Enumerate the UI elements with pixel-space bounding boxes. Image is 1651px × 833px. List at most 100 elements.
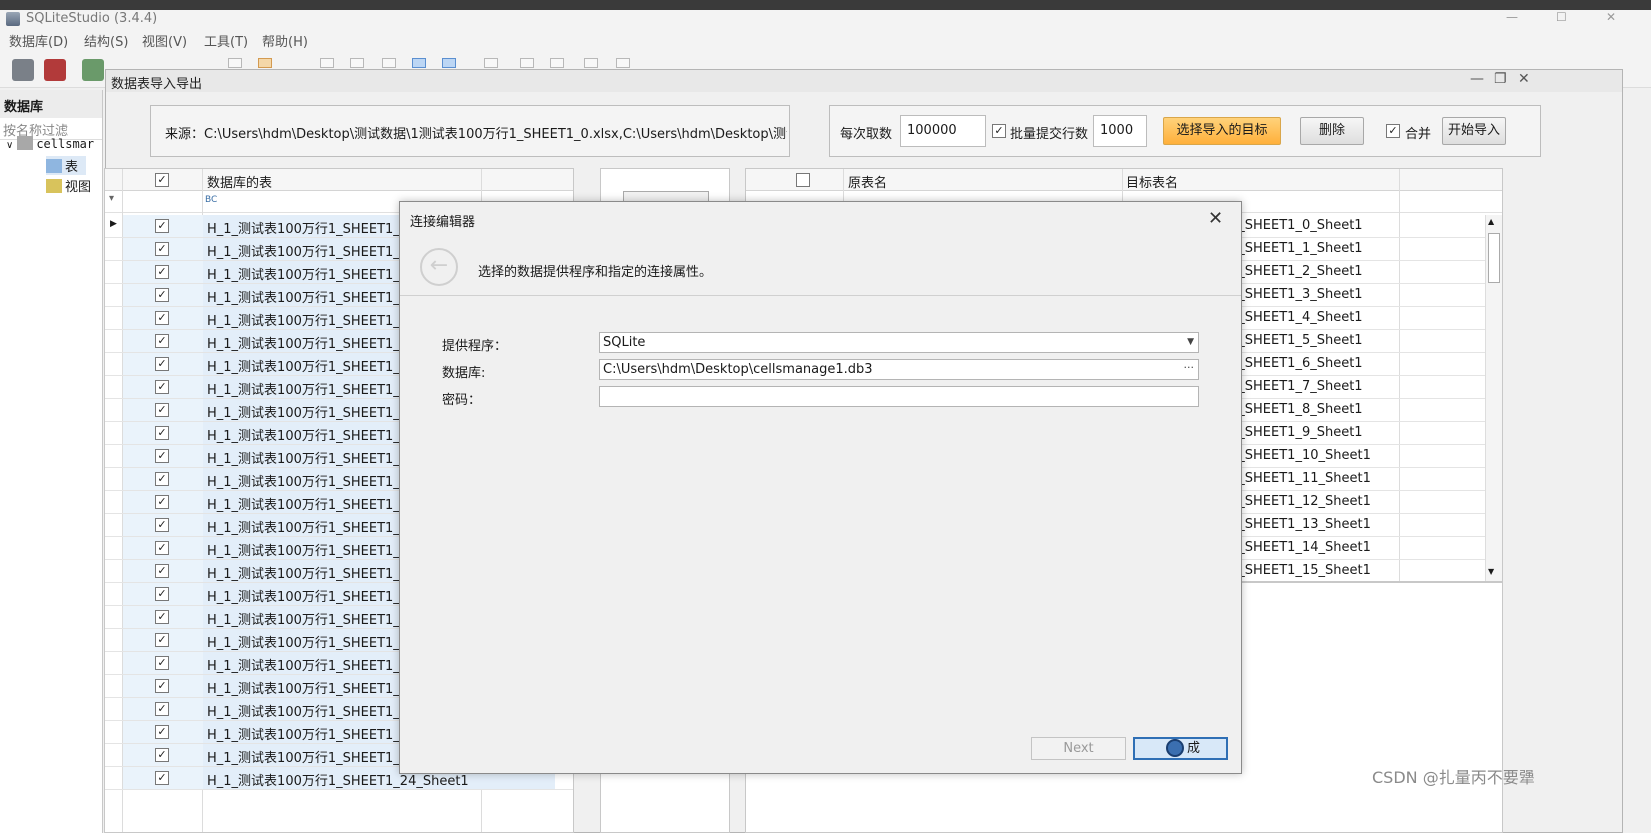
disconnect-db-icon[interactable] [44,59,66,81]
database-path-value: C:\Users\hdm\Desktop\cellsmanage1.db3 [603,362,873,377]
row-checkbox[interactable]: ✓ [155,334,169,348]
toolbar-button-icon[interactable] [520,58,534,68]
select-all-checkbox[interactable]: ✓ [155,173,169,187]
row-checkbox[interactable]: ✓ [155,725,169,739]
toolbar-button-icon[interactable] [442,58,456,68]
app-icon [6,12,20,26]
menu-help[interactable]: 帮助(H) [262,31,308,50]
target-table-cell[interactable]: 1_SHEET1_1_Sheet1 [1226,238,1396,260]
row-checkbox[interactable]: ✓ [155,587,169,601]
row-checkbox[interactable]: ✓ [155,242,169,256]
close-icon[interactable]: ✕ [1606,10,1616,24]
batch-commit-checkbox[interactable]: ✓ [992,124,1006,138]
row-checkbox[interactable]: ✓ [155,679,169,693]
row-checkbox[interactable]: ✓ [155,311,169,325]
row-checkbox[interactable]: ✓ [155,380,169,394]
row-checkbox[interactable]: ✓ [155,495,169,509]
batch-commit-input[interactable]: 1000 [1093,115,1147,147]
add-db-icon[interactable] [82,59,104,81]
toolbar-button-icon[interactable] [258,58,272,68]
target-table-cell[interactable]: 1_SHEET1_12_Sheet1 [1226,491,1396,513]
row-checkbox[interactable]: ✓ [155,541,169,555]
close-icon[interactable]: ✕ [1518,71,1530,87]
merge-checkbox[interactable]: ✓ [1386,124,1400,138]
toolbar-button-icon[interactable] [320,58,334,68]
toolbar-button-icon[interactable] [412,58,426,68]
filter-icon[interactable]: ▾ [109,193,114,204]
row-checkbox[interactable]: ✓ [155,610,169,624]
toolbar-button-icon[interactable] [484,58,498,68]
target-table-cell[interactable]: 1_SHEET1_15_Sheet1 [1226,560,1396,582]
row-checkbox[interactable]: ✓ [155,564,169,578]
menu-structure[interactable]: 结构(S) [84,31,128,50]
maximize-icon[interactable]: ☐ [1556,10,1567,24]
password-field[interactable] [599,386,1199,407]
toolbar-button-icon[interactable] [584,58,598,68]
row-checkbox[interactable]: ✓ [155,265,169,279]
row-checkbox[interactable]: ✓ [155,518,169,532]
target-table-cell[interactable]: 1_SHEET1_4_Sheet1 [1226,307,1396,329]
per-fetch-input[interactable]: 100000 [900,115,986,147]
chevron-down-icon[interactable]: ▼ [1187,337,1194,347]
back-arrow-icon[interactable]: ← [420,248,458,286]
target-table-cell[interactable]: 1_SHEET1_6_Sheet1 [1226,353,1396,375]
database-panel-header: 数据库 [0,90,102,118]
row-checkbox[interactable]: ✓ [155,403,169,417]
target-table-cell[interactable]: 1_SHEET1_0_Sheet1 [1226,215,1396,237]
row-checkbox[interactable]: ✓ [155,472,169,486]
row-checkbox[interactable]: ✓ [155,219,169,233]
target-table-cell[interactable]: 1_SHEET1_11_Sheet1 [1226,468,1396,490]
row-checkbox[interactable]: ✓ [155,426,169,440]
target-table-cell[interactable]: 1_SHEET1_7_Sheet1 [1226,376,1396,398]
text-filter-icon[interactable]: BC [205,195,217,205]
row-checkbox[interactable]: ✓ [155,633,169,647]
tree-item-database[interactable]: ∨ cellsmar [6,136,94,152]
row-checkbox[interactable]: ✓ [155,449,169,463]
row-checkbox[interactable]: ✓ [155,748,169,762]
vertical-scrollbar[interactable]: ▲ ▼ [1485,215,1502,581]
toolbar-button-icon[interactable] [350,58,364,68]
close-icon[interactable]: ✕ [1208,208,1223,229]
menu-tools[interactable]: 工具(T) [204,31,248,50]
toolbar-button-icon[interactable] [382,58,396,68]
import-export-title: 数据表导入导出 [111,77,203,92]
row-checkbox[interactable]: ✓ [155,357,169,371]
connect-db-icon[interactable] [12,59,34,81]
browse-ellipsis-icon[interactable]: ··· [1184,361,1195,374]
target-table-cell[interactable]: 1_SHEET1_14_Sheet1 [1226,537,1396,559]
database-label: 数据库: [442,366,486,381]
tree-item-views[interactable]: 视图 [46,176,91,195]
next-button[interactable]: Next [1031,737,1126,760]
menu-database[interactable]: 数据库(D) [9,31,68,50]
delete-button[interactable]: 删除 [1300,117,1364,145]
target-table-cell[interactable]: 1_SHEET1_10_Sheet1 [1226,445,1396,467]
tree-item-tables[interactable]: 表 [46,156,87,175]
select-target-button[interactable]: 选择导入的目标 [1163,117,1281,145]
toolbar-button-icon[interactable] [228,58,242,68]
scrollbar-thumb[interactable] [1488,233,1500,283]
restore-icon[interactable]: ❐ [1494,71,1507,87]
provider-select[interactable]: SQLite ▼ [599,332,1199,353]
row-checkbox[interactable]: ✓ [155,288,169,302]
target-table-cell[interactable]: 1_SHEET1_13_Sheet1 [1226,514,1396,536]
scroll-down-icon[interactable]: ▼ [1488,567,1494,576]
start-import-button[interactable]: 开始导入 [1442,117,1506,145]
select-all-mapping-checkbox[interactable] [796,173,810,187]
menu-view[interactable]: 视图(V) [142,31,187,50]
minimize-icon[interactable]: — [1506,10,1518,24]
collapse-arrow-icon[interactable]: ∨ [6,140,13,151]
minimize-icon[interactable]: — [1470,71,1484,87]
row-checkbox[interactable]: ✓ [155,656,169,670]
target-table-cell[interactable]: 1_SHEET1_8_Sheet1 [1226,399,1396,421]
target-table-cell[interactable]: 1_SHEET1_3_Sheet1 [1226,284,1396,306]
row-checkbox[interactable]: ✓ [155,702,169,716]
row-checkbox[interactable]: ✓ [155,771,169,785]
target-table-cell[interactable]: 1_SHEET1_2_Sheet1 [1226,261,1396,283]
toolbar-button-icon[interactable] [616,58,630,68]
target-table-cell[interactable]: 1_SHEET1_9_Sheet1 [1226,422,1396,444]
batch-commit-label: 批量提交行数 [1010,127,1089,142]
toolbar-button-icon[interactable] [550,58,564,68]
database-path-field[interactable]: C:\Users\hdm\Desktop\cellsmanage1.db3 ··… [599,359,1199,380]
target-table-cell[interactable]: 1_SHEET1_5_Sheet1 [1226,330,1396,352]
scroll-up-icon[interactable]: ▲ [1488,217,1494,226]
